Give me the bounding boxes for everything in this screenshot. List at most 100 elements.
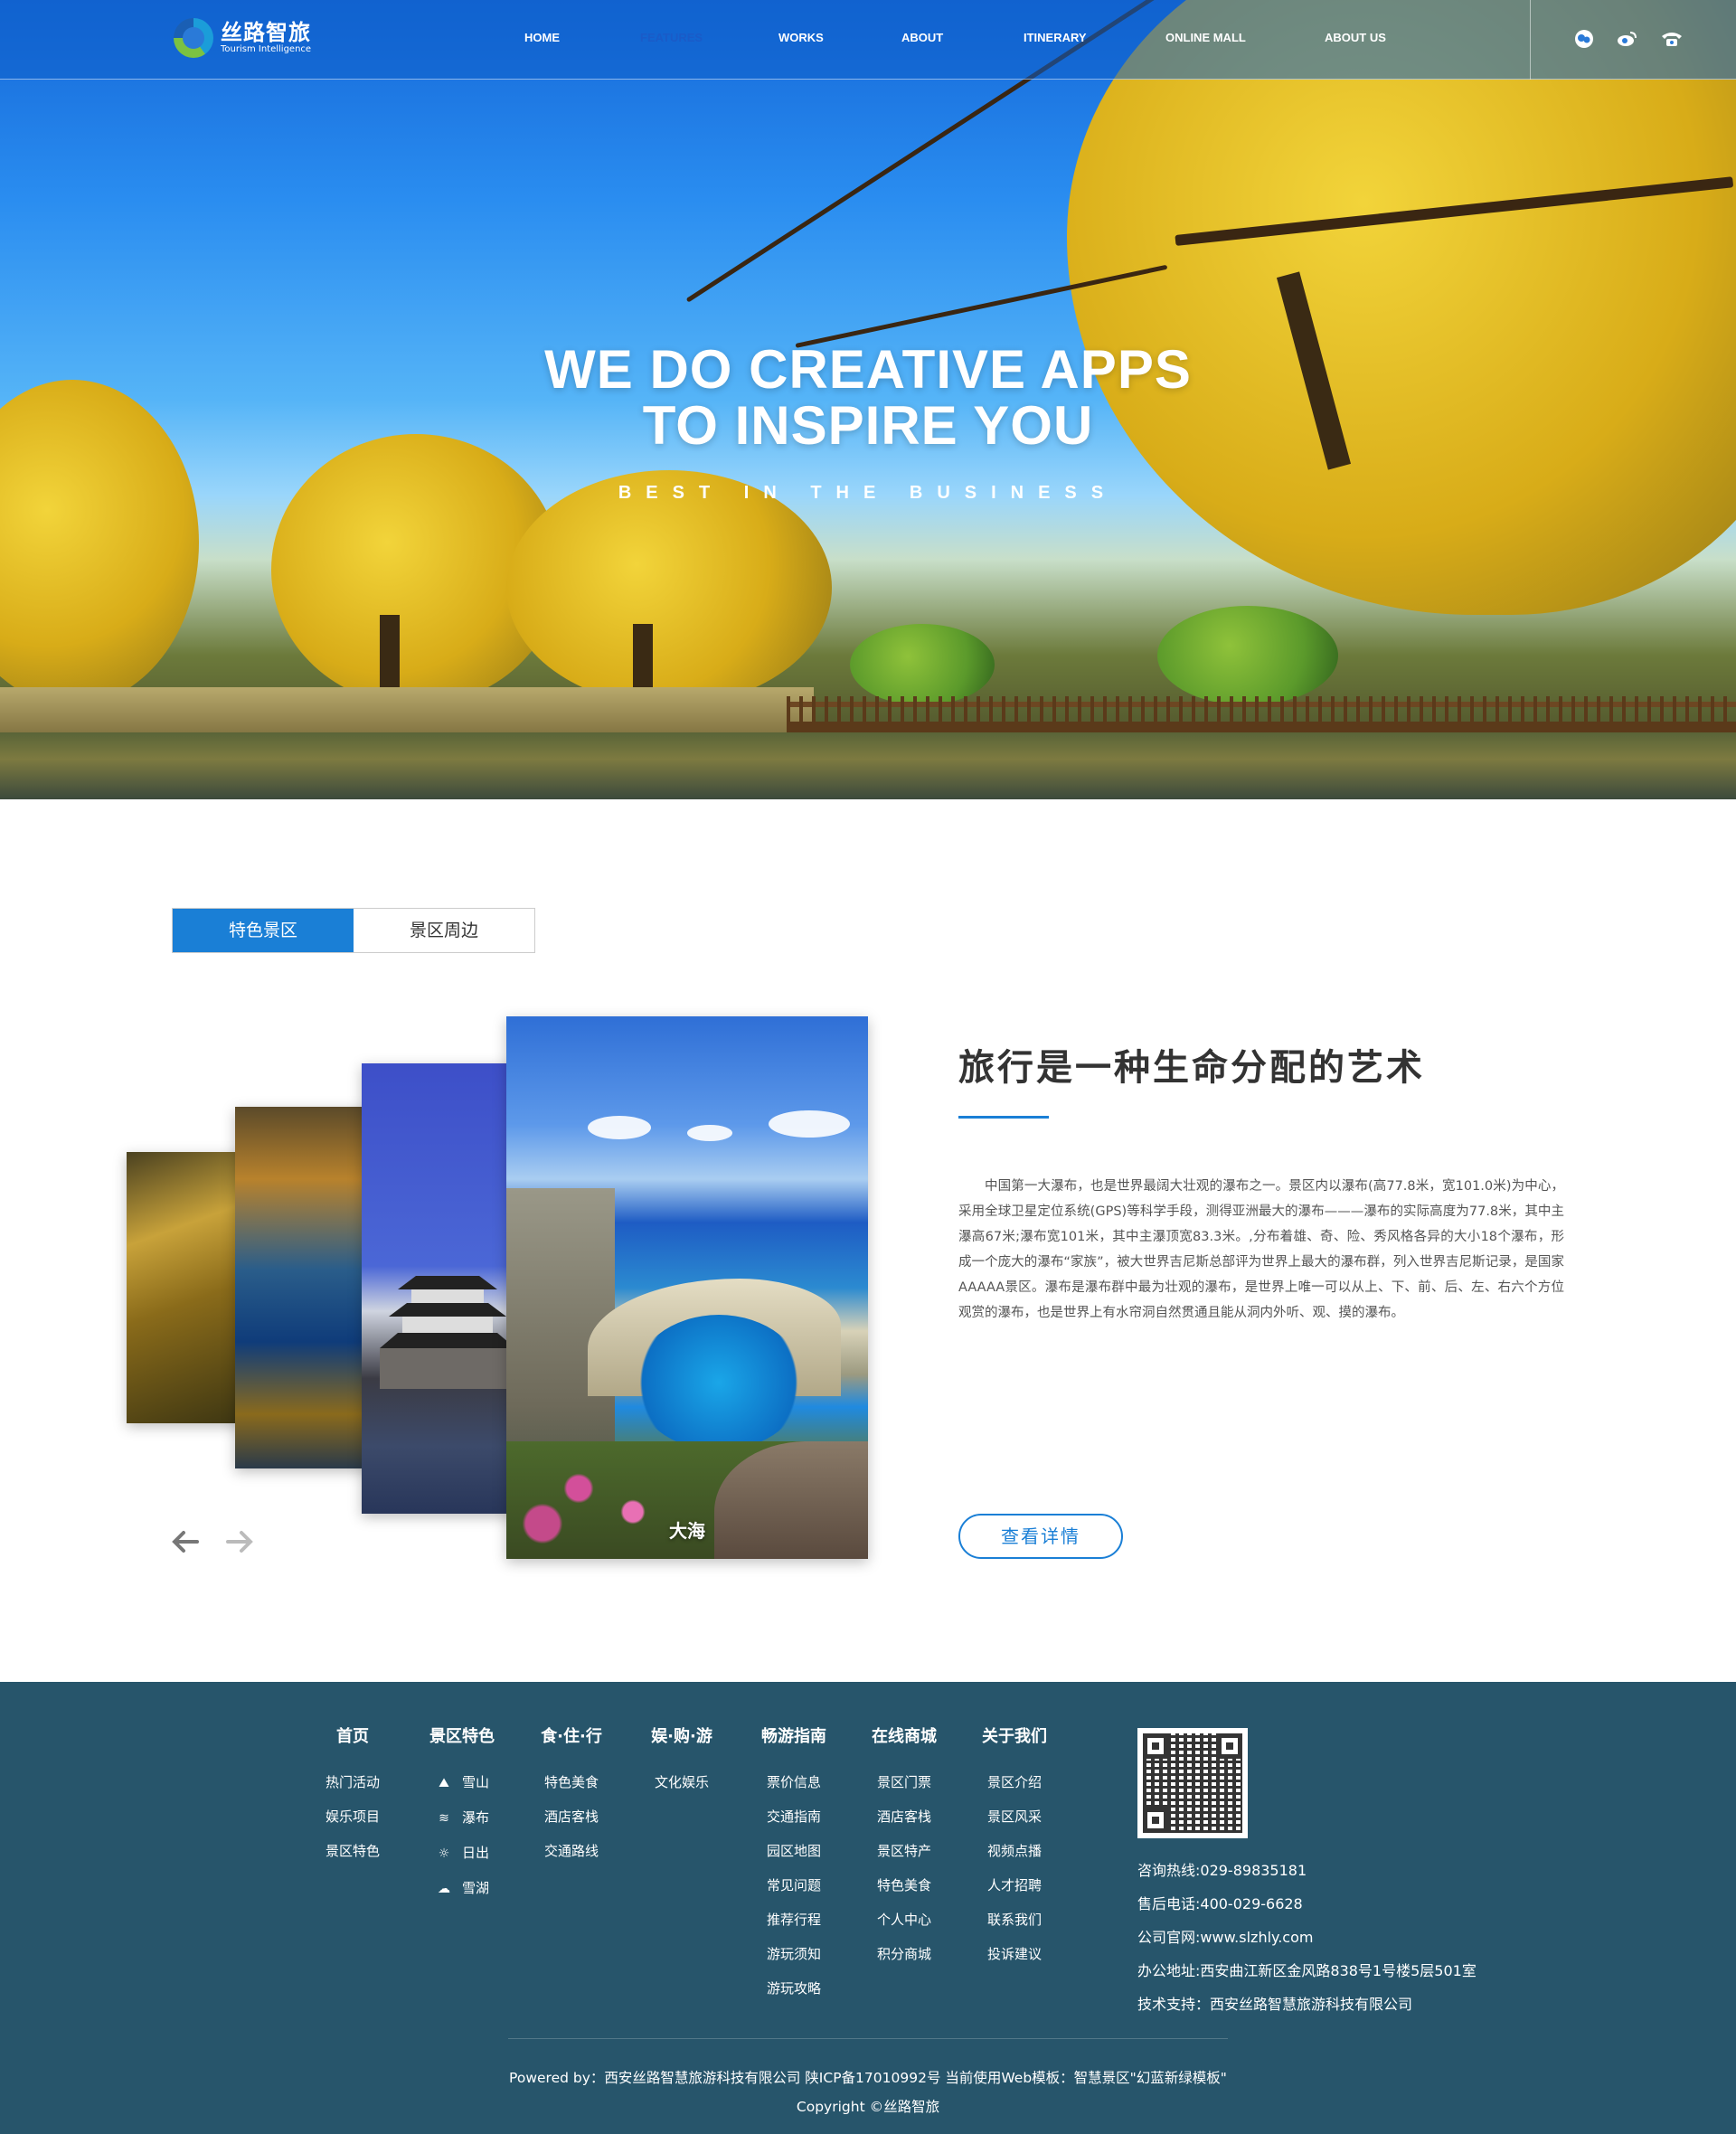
footer-link[interactable]: 联系我们 (978, 1903, 1051, 1937)
top-nav: 丝路智旅 Tourism Intelligence HOME FEATURES … (0, 0, 1736, 80)
footer-link[interactable]: 景区特色 (316, 1834, 389, 1868)
hero-title-line-1: WE DO CREATIVE APPS (544, 339, 1192, 400)
arrow-left-icon[interactable] (170, 1528, 201, 1561)
hero-title: WE DO CREATIVE APPS TO INSPIRE YOU (0, 342, 1736, 454)
tab-nearby[interactable]: 景区周边 (354, 909, 534, 952)
nav-works[interactable]: WORKS (778, 31, 824, 44)
footer-link[interactable]: 景区风采 (978, 1799, 1051, 1834)
hero-title-line-2: TO INSPIRE YOU (642, 395, 1094, 456)
footer-link[interactable]: 交通指南 (758, 1799, 830, 1834)
nav-home[interactable]: HOME (524, 31, 560, 44)
footer-link[interactable]: ⛰ 雪山 (423, 1765, 501, 1800)
footer-link[interactable]: 游玩须知 (758, 1937, 830, 1971)
footer-link[interactable]: 票价信息 (758, 1765, 830, 1799)
footer-link[interactable]: ☼ 日出 (423, 1836, 501, 1871)
gallery-card-sea[interactable]: 大海 (506, 1016, 868, 1559)
tree-green (1157, 606, 1338, 705)
scenic-tabs: 特色景区 景区周边 (172, 908, 535, 953)
after-sales-phone: 售后电话:400-029-6628 (1137, 1895, 1303, 1912)
footer-link[interactable]: 推荐行程 (758, 1903, 830, 1937)
tree (506, 470, 832, 705)
footer-link[interactable]: ☁ 雪湖 (423, 1871, 501, 1906)
logo[interactable]: 丝路智旅 Tourism Intelligence (174, 18, 311, 58)
footer-col-title: 景区特色 (429, 1727, 495, 1746)
waterfall-icon: ≋ (439, 1811, 449, 1826)
footer-col-title: 关于我们 (982, 1727, 1047, 1746)
website[interactable]: 公司官网:www.slzhly.com (1137, 1921, 1477, 1954)
footer-link[interactable]: 特色美食 (535, 1765, 608, 1799)
nav-about-us[interactable]: ABOUT US (1325, 31, 1386, 44)
article-title: 旅行是一种生命分配的艺术 (958, 1047, 1425, 1089)
water-reflection (0, 732, 1736, 799)
footer-link[interactable]: ≋ 瀑布 (423, 1800, 501, 1836)
weibo-icon[interactable] (1617, 29, 1638, 51)
tech-support: 技术支持：西安丝路智慧旅游科技有限公司 (1137, 1996, 1413, 2013)
phone-icon[interactable] (1660, 29, 1682, 51)
nav-features[interactable]: FEATURES (640, 31, 703, 44)
footer-link[interactable]: 常见问题 (758, 1868, 830, 1903)
logo-tagline: Tourism Intelligence (221, 44, 312, 54)
gallery-card-castle[interactable] (362, 1063, 515, 1514)
footer-col-title: 食·住·行 (541, 1727, 602, 1746)
logo-mark-icon (174, 18, 213, 58)
footer-col-about: 关于我们 景区介绍 景区风采 视频点播 人才招聘 联系我们 投诉建议 (978, 1723, 1051, 1971)
footer-link[interactable]: 园区地图 (758, 1834, 830, 1868)
arrow-right-icon[interactable] (224, 1528, 255, 1561)
nav-online-mall[interactable]: ONLINE MALL (1165, 31, 1246, 44)
footer-col-entertainment: 娱·购·游 文化娱乐 (646, 1723, 718, 1799)
footer-link[interactable]: 投诉建议 (978, 1937, 1051, 1971)
wooden-bridge (787, 696, 1736, 732)
hotline: 咨询热线:029-89835181 (1137, 1862, 1307, 1879)
footer-link[interactable]: 娱乐项目 (316, 1799, 389, 1834)
footer-link[interactable]: 酒店客栈 (868, 1799, 940, 1834)
title-underline (958, 1116, 1049, 1119)
footer-link[interactable]: 景区门票 (868, 1765, 940, 1799)
hero-banner: 丝路智旅 Tourism Intelligence HOME FEATURES … (0, 0, 1736, 799)
footer-link[interactable]: 人才招聘 (978, 1868, 1051, 1903)
footer-col-scenic: 景区特色 ⛰ 雪山 ≋ 瀑布 ☼ 日出 ☁ 雪湖 (423, 1723, 501, 1906)
footer-col-mall: 在线商城 景区门票 酒店客栈 景区特产 特色美食 个人中心 积分商城 (868, 1723, 940, 1971)
footer-link[interactable]: 景区介绍 (978, 1765, 1051, 1799)
footer-col-title: 在线商城 (872, 1727, 937, 1746)
castle-illustration (380, 1276, 515, 1389)
footer-link[interactable]: 热门活动 (316, 1765, 389, 1799)
qr-code (1137, 1728, 1248, 1838)
view-details-button[interactable]: 查看详情 (958, 1514, 1123, 1559)
nav-itinerary[interactable]: ITINERARY (1024, 31, 1087, 44)
lake-icon: ☁ (437, 1882, 450, 1896)
footer-link[interactable]: 文化娱乐 (646, 1765, 718, 1799)
contact-info: 咨询热线:029-89835181 售后电话:400-029-6628 公司官网… (1137, 1854, 1477, 2021)
footer-divider (508, 2038, 1228, 2039)
wechat-icon[interactable] (1573, 29, 1595, 51)
footer-col-title: 娱·购·游 (651, 1727, 712, 1746)
footer-link[interactable]: 个人中心 (868, 1903, 940, 1937)
article-body: 中国第一大瀑布，也是世界最阔大壮观的瀑布之一。景区内以瀑布(高77.8米，宽10… (958, 1179, 1564, 1320)
nav-divider (1530, 0, 1531, 80)
footer-link[interactable]: 酒店客栈 (535, 1799, 608, 1834)
footer-col-home: 首页 热门活动 娱乐项目 景区特色 (316, 1723, 389, 1868)
powered-by: Powered by：西安丝路智慧旅游科技有限公司 陕ICP备17010992号… (509, 2070, 1227, 2086)
tree-green (850, 624, 995, 705)
footer-link[interactable]: 特色美食 (868, 1868, 940, 1903)
sunrise-icon: ☼ (438, 1846, 450, 1861)
copyright: Copyright ©丝路智旅 (796, 2099, 940, 2115)
address: 办公地址:西安曲江新区金风路838号1号楼5层501室 (1137, 1962, 1477, 1979)
footer-link[interactable]: 视频点播 (978, 1834, 1051, 1868)
hero-subtitle: BEST IN THE BUSINESS (618, 483, 1118, 503)
footer-link[interactable]: 交通路线 (535, 1834, 608, 1868)
gallery-card-lake[interactable] (235, 1107, 371, 1468)
footer-link[interactable]: 游玩攻略 (758, 1971, 830, 2006)
tab-featured-scenic[interactable]: 特色景区 (173, 909, 354, 952)
logo-name: 丝路智旅 (221, 20, 311, 45)
footer: 首页 热门活动 娱乐项目 景区特色 景区特色 ⛰ 雪山 ≋ 瀑布 ☼ 日出 ☁ 雪湖 食… (0, 1682, 1736, 2134)
footer-link[interactable]: 景区特产 (868, 1834, 940, 1868)
footer-col-title: 首页 (336, 1727, 369, 1746)
nav-about[interactable]: ABOUT (901, 31, 943, 44)
mountain-icon: ⛰ (439, 1776, 449, 1790)
gallery-caption: 大海 (669, 1520, 705, 1542)
footer-col-food-stay-travel: 食·住·行 特色美食 酒店客栈 交通路线 (535, 1723, 608, 1868)
footer-col-guide: 畅游指南 票价信息 交通指南 园区地图 常见问题 推荐行程 游玩须知 游玩攻略 (758, 1723, 830, 2006)
footer-link[interactable]: 积分商城 (868, 1937, 940, 1971)
tree-canopy (1067, 0, 1736, 615)
gallery-card-autumn[interactable] (127, 1152, 244, 1423)
